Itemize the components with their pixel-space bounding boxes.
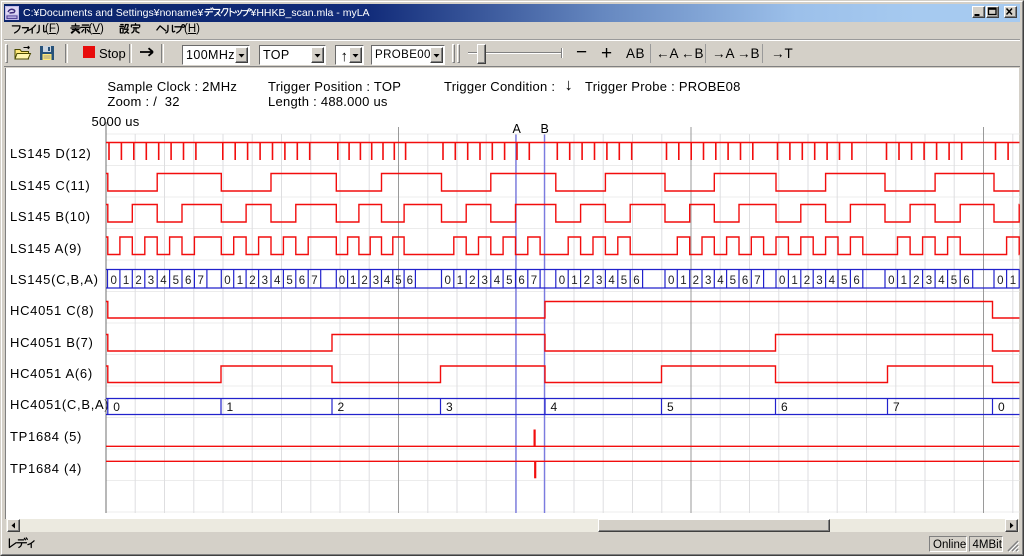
svg-text:4: 4 bbox=[608, 275, 615, 287]
svg-text:2: 2 bbox=[361, 275, 367, 287]
svg-text:7: 7 bbox=[754, 275, 760, 287]
svg-text:3: 3 bbox=[446, 400, 453, 414]
svg-text:3: 3 bbox=[926, 275, 932, 287]
svg-text:5: 5 bbox=[667, 400, 674, 414]
svg-text:1: 1 bbox=[227, 400, 234, 414]
svg-text:1: 1 bbox=[237, 275, 243, 287]
svg-text:7: 7 bbox=[197, 275, 203, 287]
svg-text:0: 0 bbox=[339, 275, 345, 287]
svg-text:3: 3 bbox=[596, 275, 602, 287]
svg-text:6: 6 bbox=[407, 275, 413, 287]
svg-text:0: 0 bbox=[559, 275, 565, 287]
svg-text:5: 5 bbox=[841, 275, 847, 287]
svg-text:1: 1 bbox=[791, 275, 797, 287]
svg-text:5: 5 bbox=[395, 275, 401, 287]
svg-text:5: 5 bbox=[621, 275, 627, 287]
svg-text:3: 3 bbox=[705, 275, 711, 287]
svg-text:4: 4 bbox=[160, 275, 167, 287]
svg-text:4: 4 bbox=[384, 275, 391, 287]
svg-text:0: 0 bbox=[888, 275, 894, 287]
svg-text:4: 4 bbox=[551, 400, 558, 414]
svg-text:0: 0 bbox=[224, 275, 230, 287]
svg-text:4: 4 bbox=[829, 275, 836, 287]
svg-text:6: 6 bbox=[781, 400, 788, 414]
svg-text:0: 0 bbox=[998, 400, 1005, 414]
svg-text:0: 0 bbox=[110, 275, 116, 287]
svg-text:3: 3 bbox=[373, 275, 379, 287]
svg-text:6: 6 bbox=[299, 275, 305, 287]
svg-text:0: 0 bbox=[779, 275, 785, 287]
svg-text:4: 4 bbox=[494, 275, 501, 287]
svg-text:0: 0 bbox=[997, 275, 1003, 287]
svg-text:7: 7 bbox=[311, 275, 317, 287]
svg-text:6: 6 bbox=[963, 275, 969, 287]
svg-text:1: 1 bbox=[350, 275, 356, 287]
svg-text:2: 2 bbox=[135, 275, 141, 287]
svg-text:2: 2 bbox=[693, 275, 699, 287]
svg-text:2: 2 bbox=[913, 275, 919, 287]
svg-text:1: 1 bbox=[123, 275, 129, 287]
svg-text:6: 6 bbox=[633, 275, 639, 287]
svg-text:3: 3 bbox=[481, 275, 487, 287]
svg-text:5: 5 bbox=[951, 275, 957, 287]
svg-text:5: 5 bbox=[173, 275, 179, 287]
svg-text:2: 2 bbox=[249, 275, 255, 287]
svg-text:6: 6 bbox=[518, 275, 524, 287]
svg-text:0: 0 bbox=[668, 275, 674, 287]
svg-text:2: 2 bbox=[338, 400, 345, 414]
svg-text:4: 4 bbox=[717, 275, 724, 287]
svg-text:5: 5 bbox=[506, 275, 512, 287]
svg-text:1: 1 bbox=[571, 275, 577, 287]
svg-text:1: 1 bbox=[680, 275, 686, 287]
svg-text:0: 0 bbox=[444, 275, 450, 287]
svg-text:4: 4 bbox=[938, 275, 945, 287]
svg-text:7: 7 bbox=[531, 275, 537, 287]
svg-text:6: 6 bbox=[853, 275, 859, 287]
svg-text:7: 7 bbox=[893, 400, 900, 414]
svg-text:3: 3 bbox=[262, 275, 268, 287]
svg-text:1: 1 bbox=[901, 275, 907, 287]
svg-text:6: 6 bbox=[185, 275, 191, 287]
svg-text:2: 2 bbox=[584, 275, 590, 287]
svg-text:5: 5 bbox=[286, 275, 292, 287]
svg-text:2: 2 bbox=[804, 275, 810, 287]
svg-text:3: 3 bbox=[816, 275, 822, 287]
svg-text:2: 2 bbox=[469, 275, 475, 287]
svg-text:5: 5 bbox=[730, 275, 736, 287]
svg-text:1: 1 bbox=[457, 275, 463, 287]
svg-text:6: 6 bbox=[742, 275, 748, 287]
svg-text:0: 0 bbox=[113, 400, 120, 414]
svg-text:4: 4 bbox=[274, 275, 281, 287]
svg-text:1: 1 bbox=[1010, 275, 1016, 287]
svg-text:3: 3 bbox=[148, 275, 154, 287]
